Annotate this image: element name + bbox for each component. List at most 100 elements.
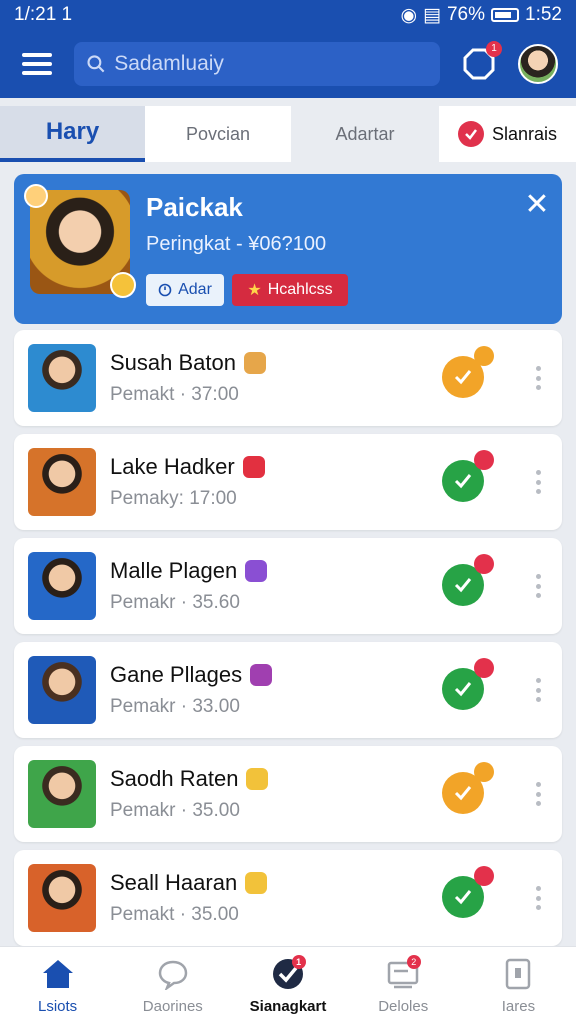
nav-deloles[interactable]: 2 Deloles [346, 947, 461, 1024]
nav-label: Deloles [378, 998, 429, 1015]
featured-subtitle: Peringkat - ¥06?100 [146, 233, 327, 255]
status-dot-icon [474, 346, 494, 366]
more-options-icon[interactable] [534, 886, 542, 910]
nav-daorines[interactable]: Daorines [115, 947, 230, 1024]
more-options-icon[interactable] [534, 470, 542, 494]
status-dot-icon [474, 450, 494, 470]
player-name: Lake Hadker [110, 454, 235, 479]
list-item[interactable]: Seall Haaran Pemakt · 35.00 [14, 850, 562, 946]
featured-actions: Adar ★ Hcahlcss [146, 274, 546, 306]
list-item[interactable]: Lake Hadker Pemaky: 17:00 [14, 434, 562, 530]
player-name: Saodh Raten [110, 766, 239, 791]
app-header: 1/:21 1 ◉ ▤ 76% 1:52 1 [0, 0, 576, 98]
battery-percent: 76% [446, 4, 486, 25]
list-item[interactable]: Gane Pllages Pemakr · 33.00 [14, 642, 562, 738]
highlight-button-label: Hcahlcss [267, 281, 333, 298]
player-score: Pemakr · 33.00 [110, 696, 240, 717]
status-check-icon [442, 450, 494, 502]
status-check-icon [442, 866, 494, 918]
list-item[interactable]: Susah Baton Pemakt · 37:00 [14, 330, 562, 426]
status-check-icon [442, 554, 494, 606]
nav-label: Iares [501, 998, 536, 1015]
player-avatar [28, 344, 96, 412]
phone-icon [500, 956, 536, 992]
clock-icon [158, 283, 172, 297]
status-clock: 1:52 [525, 4, 562, 25]
featured-avatar [24, 184, 136, 298]
status-bar: 1/:21 1 ◉ ▤ 76% 1:52 [0, 0, 576, 30]
search-icon [87, 55, 105, 73]
player-name: Seall Haaran [110, 870, 238, 895]
close-icon[interactable]: ✕ [522, 190, 552, 220]
search-input[interactable] [114, 52, 428, 76]
nav-label: Daorines [142, 998, 203, 1015]
menu-line-icon [22, 71, 52, 75]
search-bar[interactable] [74, 42, 440, 86]
highlight-button[interactable]: ★ Hcahlcss [232, 274, 348, 306]
status-dot-icon [474, 658, 494, 678]
home-icon [40, 956, 76, 992]
player-name: Malle Plagen [110, 558, 238, 583]
player-score: Pemaky: 17:00 [110, 488, 237, 509]
more-options-icon[interactable] [534, 366, 542, 390]
player-score: Pemakr · 35.00 [110, 800, 240, 821]
battery-icon [491, 8, 520, 22]
list-item[interactable]: Saodh Raten Pemakr · 35.00 [14, 746, 562, 842]
player-score: Pemakr · 35.60 [110, 592, 240, 613]
tab-povcian[interactable]: Povcian [145, 106, 291, 162]
tab-adartar[interactable]: Adartar [291, 106, 439, 162]
more-options-icon[interactable] [534, 574, 542, 598]
status-dot-icon [474, 762, 494, 782]
rank-badge-icon [110, 272, 136, 298]
list-item[interactable]: Malle Plagen Pemakr · 35.60 [14, 538, 562, 634]
more-options-icon[interactable] [534, 782, 542, 806]
bear-emoji-icon [243, 352, 266, 374]
chat-icon [155, 956, 191, 992]
tab-hary[interactable]: Hary [0, 106, 145, 162]
player-score: Pemakt · 37:00 [110, 384, 239, 405]
nav-badge: 1 [291, 955, 306, 969]
check-icon [457, 121, 484, 147]
tab-slanrais-label: Slanrais [491, 123, 558, 144]
wifi-icon: ◉ [400, 4, 418, 26]
nav-lsiots[interactable]: Lsiots [0, 947, 115, 1024]
menu-button[interactable] [18, 45, 56, 83]
player-avatar [28, 552, 96, 620]
nav-sianagkart[interactable]: 1 Sianagkart [230, 947, 345, 1024]
featured-card: Paickak Peringkat - ¥06?100 Adar ★ Hcahl… [14, 174, 562, 324]
status-dot-icon [474, 554, 494, 574]
tab-bar: Hary Povcian Adartar Slanrais [0, 106, 576, 162]
signal-icon: ▤ [423, 4, 441, 26]
status-check-icon [442, 762, 494, 814]
featured-title: Paickak [146, 192, 243, 222]
bottom-navigation: Lsiots Daorines 1 Sianagkart 2 Deloles I… [0, 946, 576, 1024]
more-options-icon[interactable] [534, 678, 542, 702]
nav-badge: 2 [406, 955, 421, 969]
status-check-icon [442, 658, 494, 710]
monster-emoji-icon [245, 560, 268, 582]
menu-line-icon [22, 62, 52, 66]
nav-label: Sianagkart [249, 998, 327, 1015]
star-icon: ★ [247, 282, 262, 299]
player-name: Susah Baton [110, 350, 236, 375]
player-list: Susah Baton Pemakt · 37:00 Lake Hadker P… [14, 330, 562, 954]
player-avatar [28, 760, 96, 828]
envelope-emoji-icon [242, 456, 265, 478]
adar-button[interactable]: Adar [146, 274, 224, 306]
adar-button-label: Adar [178, 281, 212, 298]
face-emoji-icon [246, 768, 269, 790]
player-avatar [28, 448, 96, 516]
player-avatar [28, 864, 96, 932]
player-avatar [28, 656, 96, 724]
creature-emoji-icon [250, 664, 273, 686]
tab-slanrais[interactable]: Slanrais [439, 106, 576, 162]
profile-avatar[interactable] [518, 44, 558, 84]
face-emoji-icon [245, 872, 268, 894]
nav-iares[interactable]: Iares [461, 947, 576, 1024]
status-time: 1/:21 1 [14, 4, 73, 25]
nav-label: Lsiots [38, 998, 78, 1015]
menu-line-icon [22, 53, 52, 57]
status-dot-icon [474, 866, 494, 886]
notification-badge: 1 [486, 41, 502, 57]
notification-button[interactable]: 1 [458, 41, 502, 85]
